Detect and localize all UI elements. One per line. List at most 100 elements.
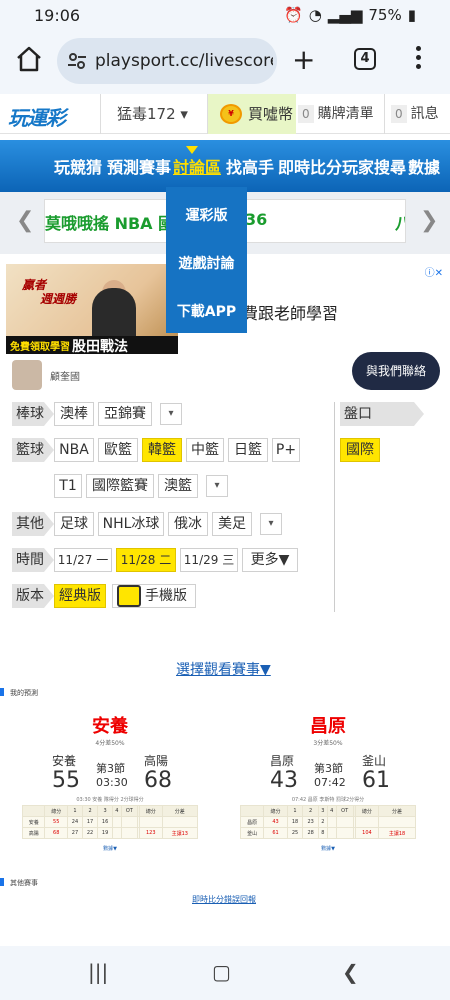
ad-strip-text-2: 股田戰法 <box>72 339 128 354</box>
game-clock: 07:42 <box>314 776 346 789</box>
my-predictions-title: 我的預測 <box>10 689 38 697</box>
chip-japan-basketball[interactable]: 日籃 <box>228 438 268 462</box>
nav-item-livescore[interactable]: 即時比分 <box>278 154 342 178</box>
system-nav-bar: ||| ▢ ❮ <box>0 946 450 1000</box>
chip-aus-baseball[interactable]: 澳棒 <box>54 402 94 426</box>
chip-aus-basketball[interactable]: 澳籃 <box>158 474 198 498</box>
dropdown-item-game-forum[interactable]: 遊戲討論 <box>166 253 247 273</box>
chip-euro-basketball[interactable]: 歐籃 <box>98 438 138 462</box>
ticker-text-2: 36 <box>245 210 268 229</box>
wifi-icon: ◔ <box>308 6 322 24</box>
ad-choices-icon[interactable]: ⓘ✕ <box>425 264 443 279</box>
prediction-card[interactable]: 安養 4分差50% 安養 高陽 55 68 第3節 03:30 03:30 安養… <box>21 712 198 860</box>
ticker-next-icon[interactable]: ❯ <box>420 208 438 233</box>
chip-china-basketball[interactable]: 中籃 <box>186 438 224 462</box>
table-row: 昌原 43 18 23 2 <box>239 816 416 828</box>
chip-nba[interactable]: NBA <box>54 438 94 462</box>
chip-date-1128[interactable]: 11/28 二 <box>116 548 176 572</box>
dropdown-item-lottery[interactable]: 運彩版 <box>166 205 247 225</box>
ticker-text-3: 八 <box>395 210 405 234</box>
nav-item-predict[interactable]: 預測賽事 <box>107 154 171 178</box>
chip-date-1127[interactable]: 11/27 一 <box>54 548 112 572</box>
battery-level: 75% <box>368 6 402 24</box>
recents-icon[interactable]: ||| <box>88 960 108 984</box>
forum-dropdown: 運彩版 遊戲討論 下載APP <box>166 187 247 333</box>
filter-label-time: 時間 <box>12 548 54 572</box>
chevron-down-icon[interactable]: ▾ <box>206 475 228 497</box>
stats-toggle[interactable]: 數據▼ <box>240 845 416 852</box>
buy-coin-button[interactable]: ¥ 買噓幣 <box>208 94 296 134</box>
other-games-title: 其他賽事 <box>10 879 38 887</box>
purchase-list-link[interactable]: 0 購牌清單 <box>298 94 382 134</box>
messages-link[interactable]: 0 訊息 <box>384 94 450 134</box>
alarm-icon: ⏰ <box>284 6 303 24</box>
away-team: 釜山 <box>362 754 387 768</box>
picked-team: 安養 <box>92 716 128 737</box>
site-logo[interactable]: 玩運彩 <box>8 102 66 131</box>
filter-label-version: 版本 <box>12 584 54 608</box>
more-menu-icon[interactable] <box>416 46 424 72</box>
user-menu[interactable]: 猛毒172 ▾ <box>100 94 208 134</box>
chip-classic-version[interactable]: 經典版 <box>54 584 106 608</box>
site-header: 玩運彩 猛毒172 ▾ ¥ 買噓幣 0 購牌清單 0 訊息 <box>0 94 450 134</box>
cart-count: 0 <box>298 105 314 123</box>
tab-switcher-button[interactable]: 4 <box>354 48 376 70</box>
chip-asia-championship[interactable]: 亞錦賽 <box>98 402 152 426</box>
msg-count: 0 <box>391 105 407 123</box>
status-bar: 19:06 ⏰ ◔ ▂▄▆ 75% ▮ <box>0 0 450 32</box>
nav-active-marker <box>186 146 198 154</box>
nav-item-forum[interactable]: 討論區 <box>173 154 221 178</box>
chip-odds-intl[interactable]: 國際 <box>340 438 380 462</box>
play-note: 03:30 安養 隊得分 2分球得分 <box>76 797 144 803</box>
signal-icon: ▂▄▆ <box>327 6 363 24</box>
chip-soccer[interactable]: 足球 <box>54 512 94 536</box>
chip-more-dates[interactable]: 更多▼ <box>242 548 298 572</box>
ticker-prev-icon[interactable]: ❮ <box>16 208 34 233</box>
prediction-card[interactable]: 昌原 3分差50% 昌原 釜山 43 61 第3節 07:42 07:42 昌原… <box>239 712 416 860</box>
chip-nhl[interactable]: NHL冰球 <box>98 512 164 536</box>
battery-icon: ▮ <box>407 6 416 24</box>
chip-t1[interactable]: T1 <box>54 474 82 498</box>
nav-item-guess[interactable]: 玩競猜 <box>54 154 102 178</box>
table-row: 釜山 61 25 28 8 104 主讓18 <box>239 827 416 839</box>
browser-toolbar: playsport.cc/livescore.p + 4 <box>0 32 450 94</box>
chip-intl-basketball[interactable]: 國際籃賽 <box>86 474 154 498</box>
chevron-down-icon[interactable]: ▾ <box>160 403 182 425</box>
score-table: 總分 1 2 3 4 OT 總分 分差 昌原 43 18 23 2 釜山 61 25 28 8 104 主讓18 <box>239 805 416 839</box>
address-bar[interactable]: playsport.cc/livescore.p <box>57 38 277 84</box>
ad-image[interactable]: 贏者 週週勝 免費領取學習 股田戰法 <box>6 264 178 354</box>
ad-strip-text-1: 免費領取學習 <box>10 342 70 353</box>
contact-us-button[interactable]: 與我們聯絡 <box>352 352 440 390</box>
chevron-down-icon[interactable]: ▾ <box>260 513 282 535</box>
chip-korea-basketball[interactable]: 韓籃 <box>142 438 182 462</box>
chip-p-plus[interactable]: P+ <box>272 438 300 462</box>
filter-divider <box>334 402 335 612</box>
nav-item-player-search[interactable]: 玩家搜尋 <box>342 154 406 178</box>
filter-label-basketball: 籃球 <box>12 438 54 462</box>
nav-item-data[interactable]: 數據 <box>408 154 440 178</box>
home-icon[interactable]: ▢ <box>212 960 231 984</box>
chip-date-1129[interactable]: 11/29 三 <box>180 548 238 572</box>
site-settings-icon[interactable] <box>67 51 87 71</box>
play-note: 07:42 昌原 李斯特 罰球2分得分 <box>291 797 365 803</box>
filter-label-odds: 盤口 <box>340 402 424 426</box>
chip-russia-hockey[interactable]: 俄冰 <box>168 512 208 536</box>
ad-image-text-2: 週週勝 <box>40 292 77 306</box>
report-error-link[interactable]: 即時比分錯誤回報 <box>192 894 256 905</box>
pick-odds: 4分差50% <box>95 740 125 747</box>
coin-icon: ¥ <box>220 104 242 124</box>
stats-toggle[interactable]: 數據▼ <box>22 845 198 852</box>
msg-label: 訊息 <box>410 106 439 122</box>
select-games-link[interactable]: 選擇觀看賽事▼ <box>176 659 271 679</box>
nav-item-find-expert[interactable]: 找高手 <box>226 154 274 178</box>
filter-label-other: 其他 <box>12 512 54 536</box>
back-icon[interactable]: ❮ <box>342 960 359 984</box>
picked-team: 昌原 <box>310 716 346 737</box>
pick-odds: 3分差50% <box>313 740 343 747</box>
buy-coin-label: 買噓幣 <box>248 105 294 123</box>
dropdown-item-download-app[interactable]: 下載APP <box>166 301 247 321</box>
chip-us-football[interactable]: 美足 <box>212 512 252 536</box>
home-icon[interactable] <box>14 44 44 74</box>
clock: 19:06 <box>34 6 81 25</box>
new-tab-icon[interactable]: + <box>292 46 315 74</box>
